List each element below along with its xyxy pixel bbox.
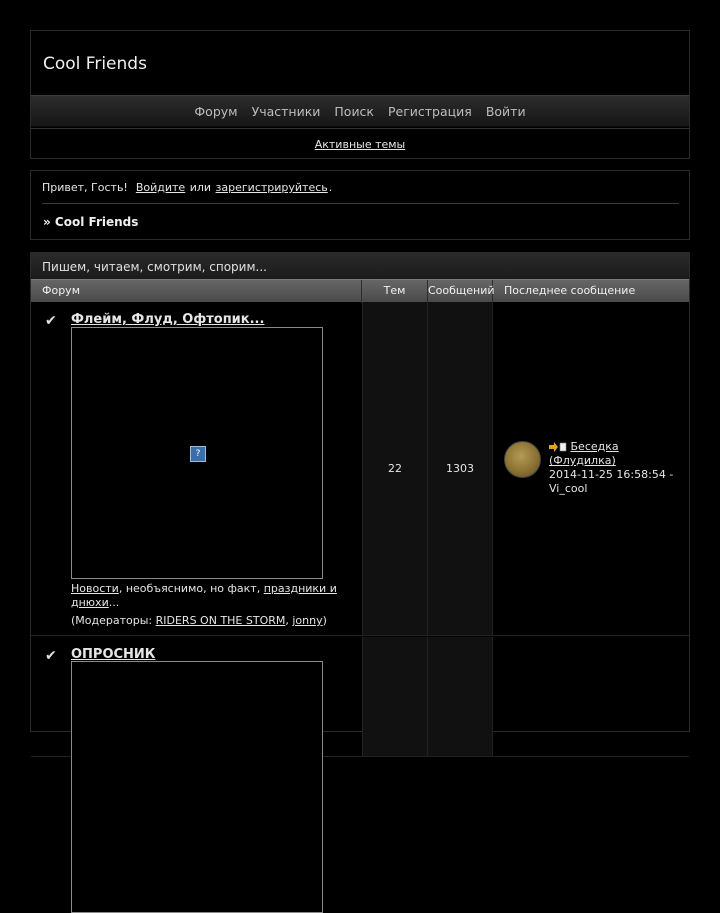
- forum-image: ?: [71, 327, 323, 579]
- forum-link[interactable]: Флейм, Флуд, Офтопик...: [71, 312, 264, 327]
- new-post-icon[interactable]: [549, 442, 567, 452]
- site-title[interactable]: Cool Friends: [43, 54, 147, 74]
- mods-prefix: (Модераторы:: [71, 614, 156, 627]
- moderator-link[interactable]: RIDERS ON THE STORM: [156, 614, 286, 627]
- desc-text: , необъяснимо, но факт,: [118, 582, 264, 595]
- main-navbar: Форум Участники Поиск Регистрация Войти: [31, 95, 689, 127]
- forum-cell: ✔ Флейм, Флуд, Офтопик... ? Новости, нео…: [31, 302, 362, 635]
- header-posts: Сообщений: [428, 280, 495, 303]
- forum-description: Новости, необъяснимо, но факт, праздники…: [71, 582, 351, 610]
- header-forum: Форум: [31, 280, 362, 303]
- forum-link[interactable]: ОПРОСНИК: [71, 647, 155, 662]
- last-post-cell: [493, 637, 689, 756]
- register-link[interactable]: зарегистрируйтесь: [216, 181, 328, 194]
- forum-image: [71, 661, 323, 913]
- or-text: или: [189, 181, 212, 194]
- login-link[interactable]: Войдите: [136, 181, 185, 194]
- topics-cell: [362, 637, 428, 756]
- period-text: .: [328, 181, 333, 194]
- broken-image-icon: ?: [190, 446, 206, 462]
- sub-navbar: Активные темы: [31, 128, 689, 159]
- site-header: Cool Friends Форум Участники Поиск Регис…: [30, 30, 690, 159]
- news-link[interactable]: Новости: [71, 582, 119, 595]
- check-icon: ✔: [45, 313, 57, 329]
- nav-forum[interactable]: Форум: [187, 104, 244, 119]
- last-post-meta: 2014-11-25 16:58:54 - Vi_cool: [549, 468, 674, 495]
- greeting-text: Привет, Гость!: [42, 181, 128, 194]
- nav-members[interactable]: Участники: [245, 104, 328, 119]
- forum-row: ✔ Флейм, Флуд, Офтопик... ? Новости, нео…: [31, 302, 689, 636]
- breadcrumb[interactable]: » Cool Friends: [43, 215, 138, 229]
- forum-cell: ✔ ОПРОСНИК: [31, 637, 362, 913]
- forum-category: Пишем, читаем, смотрим, спорим... Форум …: [30, 252, 690, 913]
- greeting-line: Привет, Гость! Войдите или зарегистрируй…: [42, 181, 332, 194]
- posts-cell: 1303: [428, 302, 493, 635]
- avatar[interactable]: [504, 441, 541, 478]
- header-topics: Тем: [362, 280, 428, 303]
- nav-register[interactable]: Регистрация: [381, 104, 479, 119]
- last-post-info: Беседка (Флудилка) 2014-11-25 16:58:54 -…: [549, 440, 684, 496]
- topics-count: 22: [388, 462, 402, 475]
- moderators: (Модераторы: RIDERS ON THE STORM, jonny): [71, 614, 327, 627]
- moderator-link[interactable]: jonny: [292, 614, 322, 627]
- posts-cell: [428, 637, 493, 756]
- divider: [42, 203, 679, 204]
- forum-row: ✔ ОПРОСНИК: [31, 637, 689, 913]
- header-last-post: Последнее сообщение: [504, 284, 636, 297]
- nav-search[interactable]: Поиск: [327, 104, 381, 119]
- column-headers: Форум Тем Сообщений Последнее сообщение: [31, 279, 689, 303]
- mods-suffix: ): [322, 614, 327, 627]
- check-icon: ✔: [45, 648, 57, 664]
- nav-login[interactable]: Войти: [479, 104, 533, 119]
- welcome-box: Привет, Гость! Войдите или зарегистрируй…: [30, 170, 690, 240]
- last-post-cell: Беседка (Флудилка) 2014-11-25 16:58:54 -…: [493, 302, 689, 635]
- topics-cell: 22: [362, 302, 428, 635]
- active-topics-link[interactable]: Активные темы: [315, 138, 406, 151]
- category-title: Пишем, читаем, смотрим, спорим...: [31, 253, 689, 279]
- desc-tail: ...: [108, 596, 120, 609]
- posts-count: 1303: [446, 462, 474, 475]
